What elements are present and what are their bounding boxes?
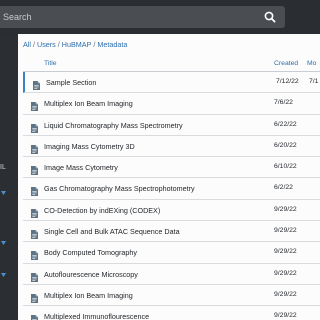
row-title[interactable]: Autoflourescence Microscopy <box>44 270 138 279</box>
row-created-date: 6/10/22 <box>274 163 297 171</box>
file-icon <box>31 120 38 133</box>
file-icon <box>31 269 38 282</box>
search-icon[interactable] <box>262 10 278 24</box>
row-title[interactable]: Multiplex Ion Beam Imaging <box>44 99 133 108</box>
row-created-date: 6/22/22 <box>274 120 297 128</box>
row-modified-date: 7/1 <box>309 78 319 85</box>
row-title[interactable]: Image Mass Cytometry <box>44 163 118 172</box>
caret-down-icon[interactable] <box>1 232 6 245</box>
row-title[interactable]: Liquid Chromatography Mass Spectrometry <box>44 121 183 130</box>
table-row[interactable]: Multiplex Ion Beam Imaging 7/6/22 <box>23 93 320 115</box>
column-header-modified[interactable]: Mo <box>307 60 316 67</box>
table-row[interactable]: Gas Chromatography Mass Spectrophotometr… <box>23 178 320 200</box>
file-icon <box>31 247 38 261</box>
table-row[interactable]: Multiplexed Immunoflourescence 9/29/22 <box>23 306 320 320</box>
sidebar-item-label[interactable]: IL <box>0 164 6 171</box>
sidebar: IL <box>0 34 18 320</box>
file-icon <box>31 162 38 176</box>
row-title[interactable]: Imaging Mass Cytometry 3D <box>44 142 135 151</box>
row-created-date: 6/20/22 <box>274 141 297 149</box>
row-created-date: 7/6/22 <box>274 99 293 107</box>
row-created-date: 7/12/22 <box>276 78 299 85</box>
table-row[interactable]: Sample Section 7/12/22 7/1 <box>23 72 320 94</box>
metadata-table: Title Created Mo Sample Section 7/12/22 7/… <box>23 58 320 320</box>
table-row[interactable]: Autoflourescence Microscopy 9/29/22 <box>23 264 320 285</box>
main-content: All / Users / HuBMAP / Metadata Title Created … <box>18 34 320 320</box>
table-row[interactable]: Imaging Mass Cytometry 3D 6/20/22 <box>23 136 320 158</box>
row-created-date: 9/29/22 <box>274 312 297 320</box>
file-icon <box>31 226 38 240</box>
breadcrumb-metadata[interactable]: Metadata <box>97 40 127 49</box>
breadcrumb-users[interactable]: Users <box>37 40 56 49</box>
table-row[interactable]: CO-Detection by indEXing (CODEX) 9/29/22 <box>23 200 320 222</box>
file-icon <box>31 205 38 218</box>
search-input[interactable] <box>3 6 258 28</box>
file-icon <box>31 311 38 320</box>
file-icon <box>31 141 38 154</box>
row-title[interactable]: Multiplex Ion Beam Imaging <box>44 291 133 300</box>
row-created-date: 6/2/22 <box>274 184 293 192</box>
table-row[interactable]: Body Computed Tomography 9/29/22 <box>23 242 320 264</box>
file-icon <box>31 98 38 112</box>
row-created-date: 9/29/22 <box>274 269 297 277</box>
row-title[interactable]: Multiplexed Immunoflourescence <box>44 312 149 320</box>
table-row[interactable]: Image Mass Cytometry 6/10/22 <box>23 157 320 179</box>
row-title[interactable]: Sample Section <box>46 78 96 87</box>
table-row[interactable]: Single Cell and Bulk ATAC Sequence Data 9… <box>23 221 320 243</box>
table-body: Sample Section 7/12/22 7/1 Multiplex Ion Be… <box>23 72 320 320</box>
row-title[interactable]: CO-Detection by indEXing (CODEX) <box>44 206 160 215</box>
table-row[interactable]: Multiplex Ion Beam Imaging 9/29/22 <box>23 285 320 307</box>
row-title[interactable]: Body Computed Tomography <box>44 248 137 257</box>
row-created-date: 9/29/22 <box>274 227 297 235</box>
file-icon <box>33 77 40 90</box>
top-bar <box>0 0 320 34</box>
table-row[interactable]: Liquid Chromatography Mass Spectrometry 6… <box>23 115 320 136</box>
breadcrumb-hubmap[interactable]: HuBMAP <box>62 40 92 49</box>
breadcrumb-separator: / <box>93 40 96 49</box>
caret-down-icon[interactable] <box>1 264 6 277</box>
row-created-date: 9/29/22 <box>274 248 297 256</box>
caret-down-icon[interactable] <box>1 182 6 195</box>
row-created-date: 9/29/22 <box>274 290 297 298</box>
column-header-created[interactable]: Created <box>274 60 298 67</box>
file-icon <box>31 183 38 197</box>
file-icon <box>31 290 38 303</box>
breadcrumb-separator: / <box>57 40 60 49</box>
breadcrumb-separator: / <box>33 40 35 49</box>
table-header: Title Created Mo <box>23 58 320 72</box>
row-title[interactable]: Gas Chromatography Mass Spectrophotometr… <box>44 184 195 193</box>
row-created-date: 9/29/22 <box>274 205 297 213</box>
breadcrumb: All / Users / HuBMAP / Metadata <box>23 40 127 49</box>
breadcrumb-all[interactable]: All <box>23 40 31 49</box>
search-box <box>0 6 285 28</box>
row-title[interactable]: Single Cell and Bulk ATAC Sequence Data <box>44 227 180 236</box>
column-header-title[interactable]: Title <box>44 60 57 67</box>
